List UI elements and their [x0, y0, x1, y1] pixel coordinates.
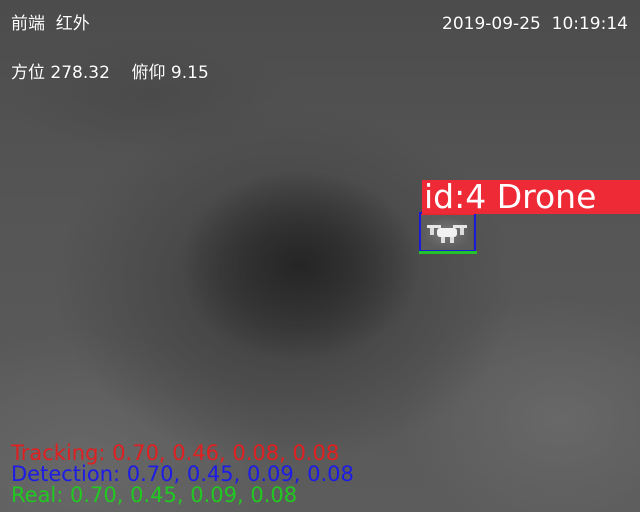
azimuth-pitch-readout: 方位 278.32 俯仰 9.15	[11, 63, 209, 83]
datetime-readout: 2019-09-25 10:19:14	[442, 14, 628, 34]
real-stats: Real: 0.70, 0.45, 0.09, 0.08	[11, 483, 298, 507]
tracking-stats: Tracking: 0.70, 0.46, 0.08, 0.08	[11, 441, 340, 465]
detection-stats: Detection: 0.70, 0.45, 0.09, 0.08	[11, 462, 354, 486]
ground-truth-bounding-box	[419, 251, 477, 254]
target-id-label: id:4 Drone	[422, 180, 640, 214]
camera-mode-label: 前端 红外	[11, 14, 90, 34]
detection-bounding-box	[419, 212, 476, 252]
infrared-video-frame: 前端 红外 2019-09-25 10:19:14 方位 278.32 俯仰 9…	[0, 0, 640, 512]
